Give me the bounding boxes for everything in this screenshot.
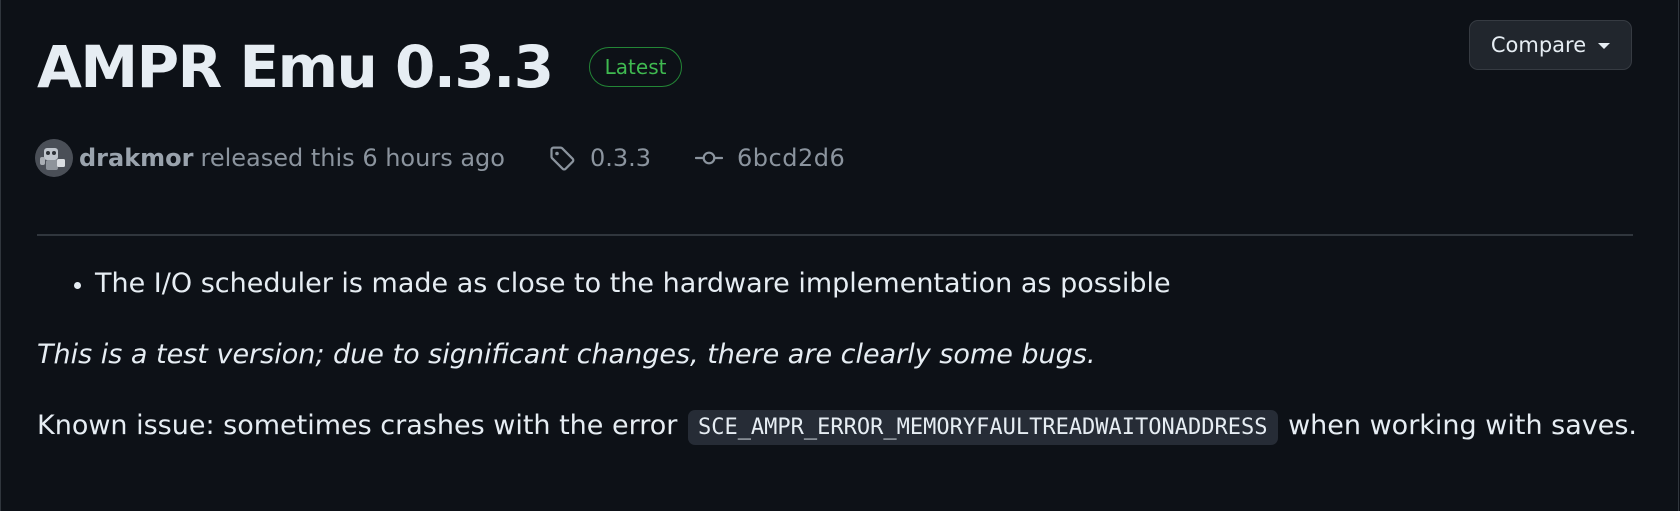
known-issue-paragraph: Known issue: sometimes crashes with the … xyxy=(37,404,1637,450)
tag-label: 0.3.3 xyxy=(589,144,652,172)
known-issue-prefix: Known issue: sometimes crashes with the … xyxy=(37,410,678,441)
compare-label: Compare xyxy=(1490,33,1587,57)
release-header: AMPR Emu 0.3.3 Latest xyxy=(37,32,683,102)
notes-bullet-list: The I/O scheduler is made as close to th… xyxy=(37,262,1637,306)
commit-hash: 6bcd2d6 xyxy=(737,144,846,172)
triangle-down-icon xyxy=(1598,43,1611,49)
tag-link[interactable]: 0.3.3 xyxy=(548,144,651,172)
list-item: The I/O scheduler is made as close to th… xyxy=(95,262,1637,306)
released-time: released this 6 hours ago xyxy=(200,144,505,172)
avatar[interactable] xyxy=(35,139,73,177)
commit-link[interactable]: 6bcd2d6 xyxy=(695,144,845,172)
git-commit-icon xyxy=(695,151,724,165)
divider xyxy=(37,234,1633,236)
compare-button[interactable]: Compare xyxy=(1469,20,1632,70)
tag-icon xyxy=(550,146,575,171)
error-code: SCE_AMPR_ERROR_MEMORYFAULTREADWAITONADDR… xyxy=(687,410,1278,445)
release-meta: drakmor released this 6 hours ago 0.3.3 … xyxy=(35,138,845,178)
author-link[interactable]: drakmor xyxy=(79,144,194,172)
release-notes: The I/O scheduler is made as close to th… xyxy=(37,262,1637,450)
latest-badge: Latest xyxy=(588,47,683,87)
test-version-note: This is a test version; due to significa… xyxy=(37,339,1096,370)
release-card: AMPR Emu 0.3.3 Latest Compare drakmor re… xyxy=(0,0,1679,511)
known-issue-suffix: when working with saves. xyxy=(1288,410,1637,441)
release-title[interactable]: AMPR Emu 0.3.3 xyxy=(37,32,554,102)
